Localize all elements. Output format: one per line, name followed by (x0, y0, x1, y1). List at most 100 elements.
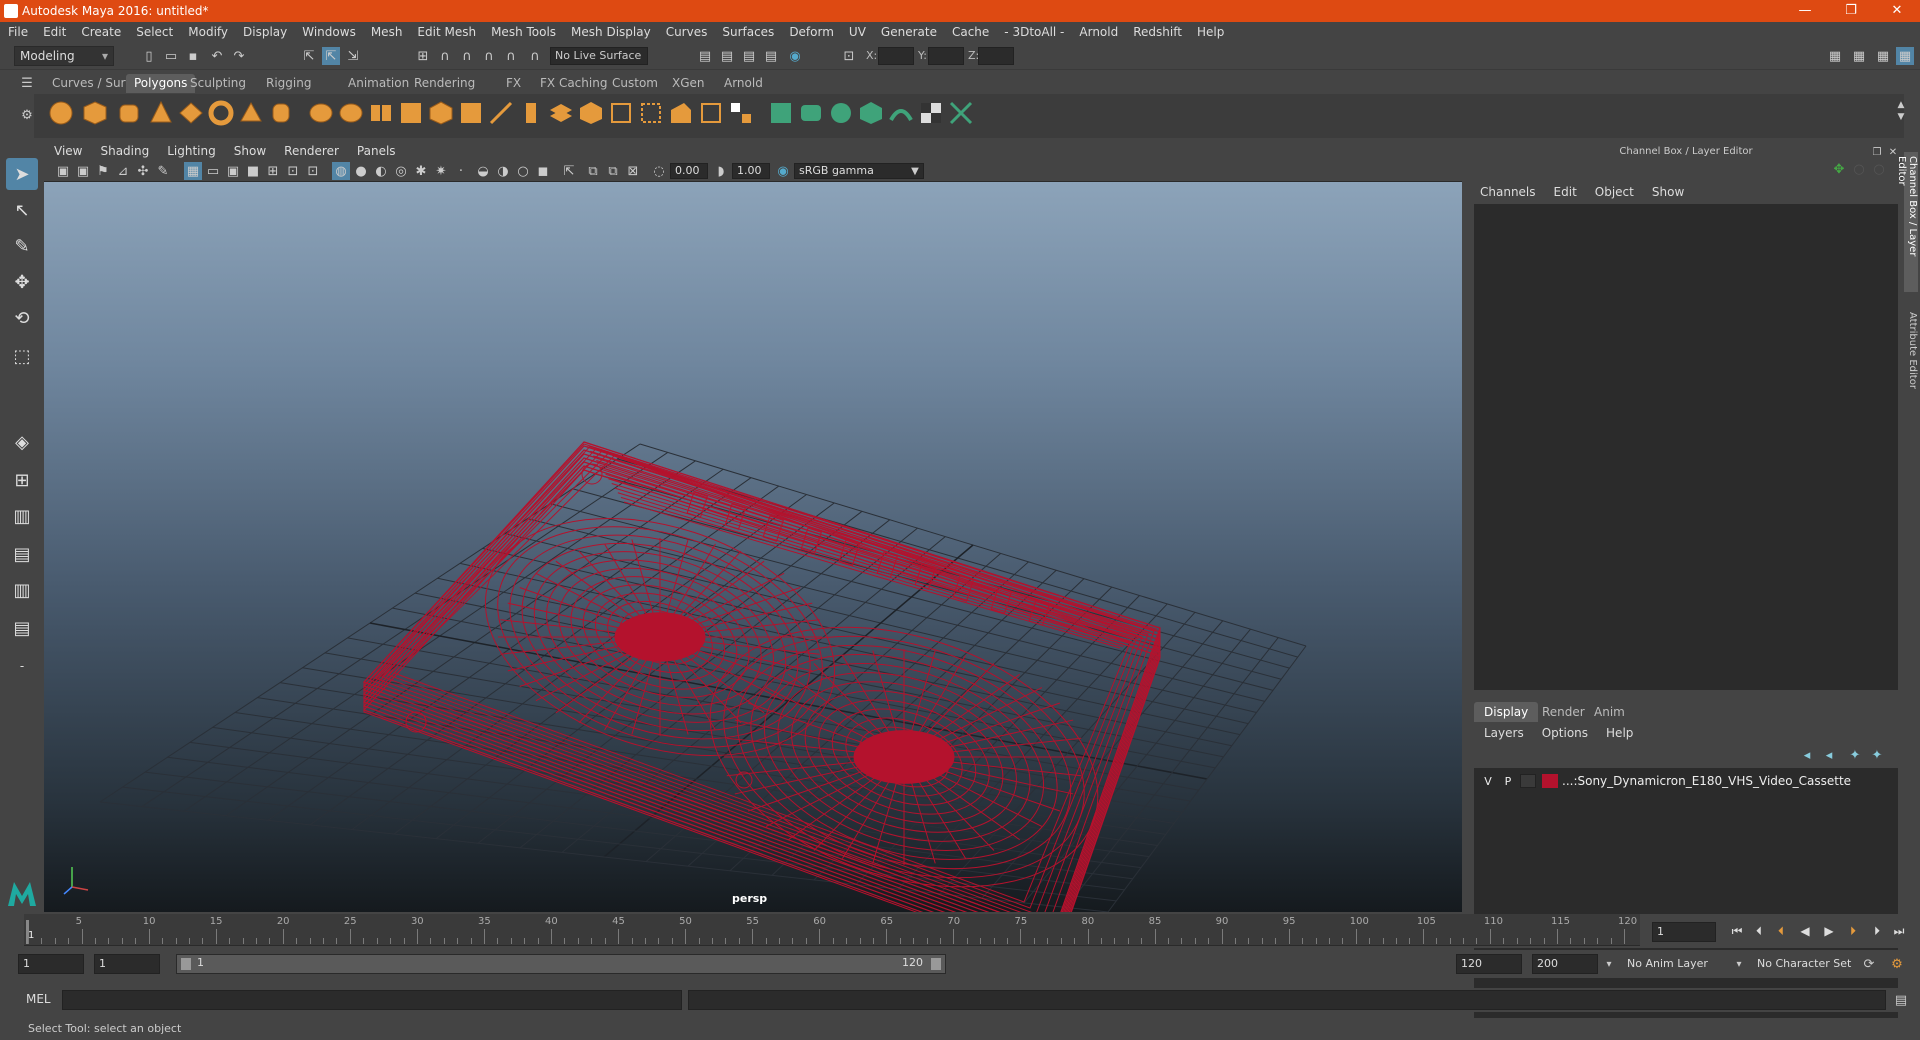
move-layer-down-icon[interactable]: ◂ (1820, 746, 1838, 764)
script-editor-icon[interactable]: ▤ (1892, 991, 1910, 1009)
safe-title-icon[interactable]: ⊡ (304, 162, 322, 180)
command-input[interactable] (62, 990, 682, 1010)
chevron-down-icon[interactable]: ▼ (906, 162, 924, 180)
ipr-render-icon[interactable]: ▤ (740, 47, 758, 65)
menu-arnold[interactable]: Arnold (1079, 25, 1118, 39)
poly-cube-icon[interactable] (82, 100, 108, 126)
shelf-tab-arnold[interactable]: Arnold (716, 74, 771, 93)
redo-icon[interactable]: ↷ (230, 47, 248, 65)
ambient-occlusion-icon[interactable]: ◒ (474, 162, 492, 180)
panel-menu-renderer[interactable]: Renderer (284, 144, 339, 158)
menu-mesh-tools[interactable]: Mesh Tools (491, 25, 556, 39)
layer-tab-display[interactable]: Display (1474, 702, 1539, 722)
single-view-layout-icon[interactable]: ◈ (6, 426, 38, 458)
undo-icon[interactable]: ↶ (208, 47, 226, 65)
menu-generate[interactable]: Generate (881, 25, 937, 39)
play-backward-icon[interactable]: ◀ (1796, 922, 1814, 940)
command-language-label[interactable]: MEL (26, 992, 51, 1006)
range-slider-bar[interactable]: 1 120 (176, 954, 946, 974)
layer-row[interactable]: V P ...:Sony_Dynamicron_E180_VHS_Video_C… (1478, 772, 1894, 790)
resolution-gate-icon[interactable]: ▣ (224, 162, 242, 180)
bookmark-icon[interactable]: ⚑ (94, 162, 112, 180)
menu-display[interactable]: Display (243, 25, 287, 39)
camera-attributes-icon[interactable]: ▣ (74, 162, 92, 180)
layer-name[interactable]: ...:Sony_Dynamicron_E180_VHS_Video_Casse… (1562, 774, 1851, 788)
combine-icon[interactable] (308, 100, 334, 126)
gamma-icon[interactable]: ◗ (712, 162, 730, 180)
hypershade-layout-icon[interactable]: ▥ (6, 574, 38, 606)
open-scene-icon[interactable]: ▭ (162, 47, 180, 65)
channel-menu-object[interactable]: Object (1595, 185, 1634, 199)
color-space-dropdown[interactable]: sRGB gamma (794, 163, 924, 179)
booleans-icon[interactable] (428, 100, 454, 126)
anim-layer-dropdown[interactable]: No Anim Layer (1622, 954, 1740, 974)
film-gate-icon[interactable]: ▭ (204, 162, 222, 180)
step-forward-icon[interactable]: ⏵ (1868, 922, 1886, 940)
paint-select-tool-icon[interactable]: ✎ (6, 230, 38, 262)
layer-display-type[interactable] (1520, 774, 1536, 788)
layer-playback-toggle[interactable]: P (1498, 775, 1518, 788)
new-scene-icon[interactable]: ▯ (140, 47, 158, 65)
select-object-icon[interactable]: ⇱ (322, 47, 340, 65)
panel-menu-view[interactable]: View (54, 144, 82, 158)
save-scene-icon[interactable]: ▪ (184, 47, 202, 65)
mirror-icon[interactable] (458, 100, 484, 126)
render-view-icon[interactable]: ▤ (696, 47, 714, 65)
uv-editor-icon[interactable] (948, 100, 974, 126)
snap-grid-icon[interactable]: ⊞ (414, 47, 432, 65)
auto-key-icon[interactable]: ⟳ (1860, 955, 1878, 973)
channel-menu-edit[interactable]: Edit (1554, 185, 1577, 199)
x-coord-field[interactable] (878, 47, 914, 65)
restore-button[interactable]: ❐ (1828, 0, 1874, 22)
select-component-icon[interactable]: ⇲ (344, 47, 362, 65)
depth-of-field-icon[interactable]: ◼ (534, 162, 552, 180)
side-tab-attribute-editor[interactable]: Attribute Editor (1904, 308, 1918, 398)
wireframe-icon[interactable]: ◍ (332, 162, 350, 180)
anti-aliasing-icon[interactable]: ○ (514, 162, 532, 180)
current-frame-field[interactable]: 1 (1652, 922, 1716, 942)
insert-edge-loop-icon[interactable] (638, 100, 664, 126)
layer-visibility-toggle[interactable]: V (1478, 775, 1498, 788)
shelf-tab-rigging[interactable]: Rigging (258, 74, 319, 93)
move-layer-up-icon[interactable]: ◂ (1798, 746, 1816, 764)
menu-help[interactable]: Help (1197, 25, 1224, 39)
xray-components-icon[interactable]: ⊠ (624, 162, 642, 180)
channel-menu-show[interactable]: Show (1652, 185, 1684, 199)
shelf-tab-custom[interactable]: Custom (604, 74, 666, 93)
menu-redshift[interactable]: Redshift (1133, 25, 1182, 39)
four-view-layout-icon[interactable]: ⊞ (6, 464, 38, 496)
layer-tab-anim[interactable]: Anim (1584, 702, 1635, 722)
shelf-scroll-down-icon[interactable]: ▼ (1892, 108, 1910, 126)
animation-start-field[interactable]: 1 (18, 954, 84, 974)
new-layer-icon[interactable]: ✦ (1846, 746, 1864, 764)
panel-menu-panels[interactable]: Panels (357, 144, 396, 158)
rotate-tool-icon[interactable]: ⟲ (6, 302, 38, 334)
shelf-tab-fx-caching[interactable]: FX Caching (532, 74, 615, 93)
extrude-icon[interactable] (518, 100, 544, 126)
animation-preferences-icon[interactable]: ⚙ (1888, 955, 1906, 973)
live-surface-field[interactable]: No Live Surface (550, 47, 648, 65)
menu-edit-mesh[interactable]: Edit Mesh (417, 25, 476, 39)
uv-planar-icon[interactable] (768, 100, 794, 126)
play-forward-icon[interactable]: ▶ (1820, 922, 1838, 940)
panel-menu-shading[interactable]: Shading (100, 144, 149, 158)
menu-modify[interactable]: Modify (188, 25, 228, 39)
snap-live-icon[interactable]: ∩ (502, 47, 520, 65)
go-to-start-icon[interactable]: ⏮ (1728, 922, 1746, 940)
scale-tool-icon[interactable]: ⬚ (6, 340, 38, 372)
menu-create[interactable]: Create (81, 25, 121, 39)
exposure-field[interactable]: 0.00 (670, 163, 708, 179)
outliner-layout-icon[interactable]: ▤ (6, 612, 38, 644)
layer-menu-help[interactable]: Help (1606, 726, 1633, 740)
step-back-icon[interactable]: ⏴ (1750, 922, 1768, 940)
poly-pipe-icon[interactable] (268, 100, 294, 126)
bridge-icon[interactable] (548, 100, 574, 126)
chevron-down-icon[interactable]: ▾ (1730, 955, 1748, 973)
append-polygon-icon[interactable] (608, 100, 634, 126)
persp-outliner-layout-icon[interactable]: ▥ (6, 500, 38, 532)
uv-spherical-icon[interactable] (828, 100, 854, 126)
new-layer-selected-icon[interactable]: ✦ (1868, 746, 1886, 764)
uv-unfold-icon[interactable] (888, 100, 914, 126)
menu-windows[interactable]: Windows (302, 25, 356, 39)
channel-box-toggle-icon[interactable]: ▦ (1896, 47, 1914, 65)
